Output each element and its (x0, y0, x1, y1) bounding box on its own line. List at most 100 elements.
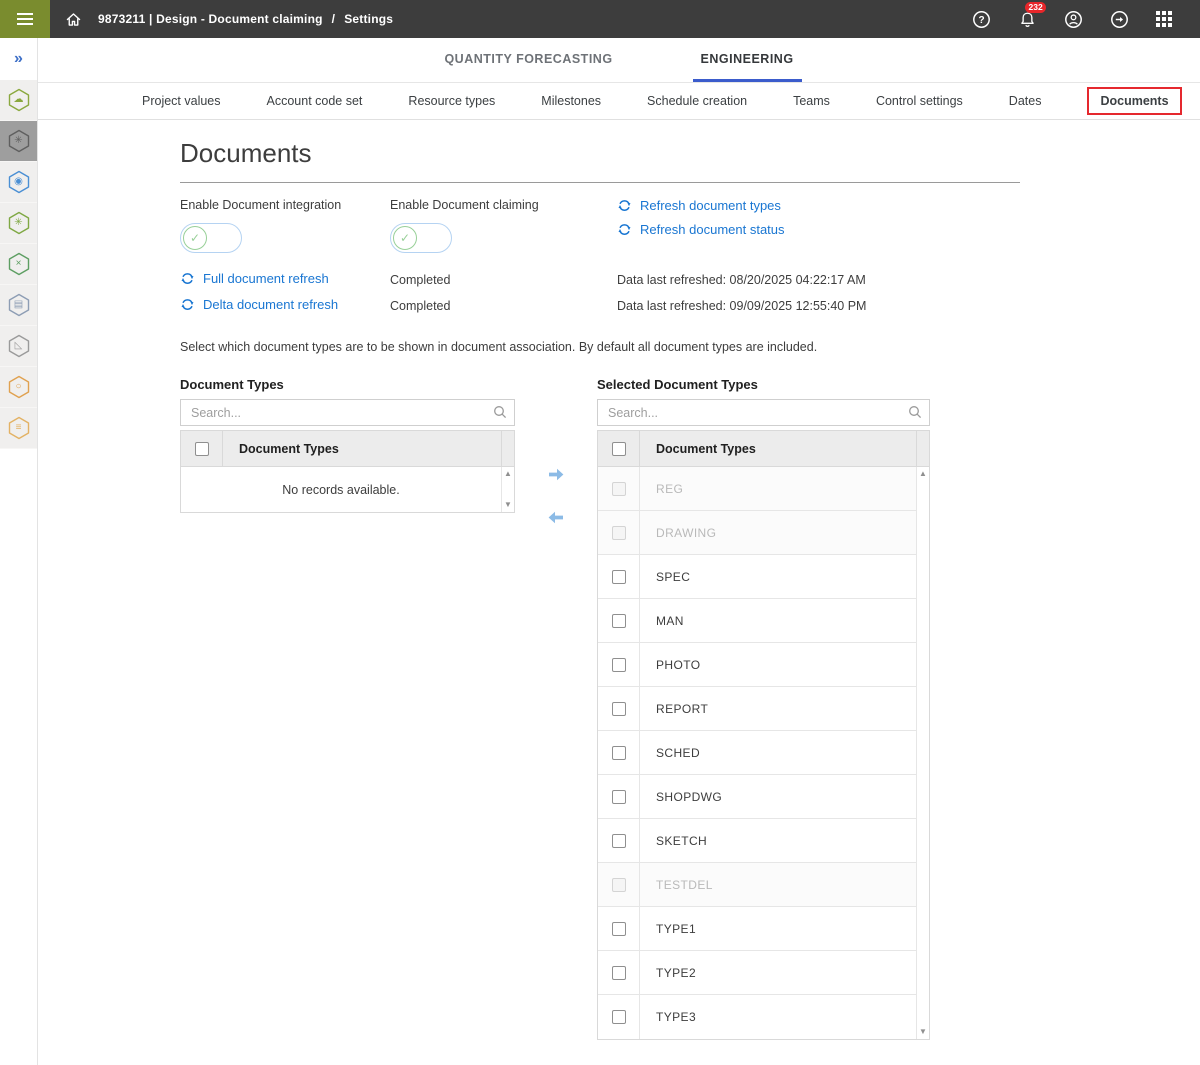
scroll-up-icon[interactable]: ▲ (504, 470, 512, 478)
subtab-schedule-creation[interactable]: Schedule creation (647, 94, 747, 108)
row-checkbox (612, 878, 626, 892)
subtab-account-code-set[interactable]: Account code set (267, 94, 363, 108)
doc-type-row-sched[interactable]: SCHED (598, 731, 916, 775)
subtab-milestones[interactable]: Milestones (541, 94, 601, 108)
subtab-resource-types[interactable]: Resource types (408, 94, 495, 108)
sidebar-item-checklist-hex-icon[interactable]: ≡ (0, 408, 37, 448)
row-checkbox[interactable] (612, 1010, 626, 1024)
doc-type-row-type2[interactable]: TYPE2 (598, 951, 916, 995)
row-checkbox[interactable] (612, 570, 626, 584)
doc-type-label: SHOPDWG (640, 775, 916, 818)
doc-type-label: REG (640, 467, 916, 510)
app-switcher-grid-icon[interactable] (1156, 11, 1172, 27)
ruler-hex-icon: ◺ (6, 333, 32, 359)
search-icon (908, 405, 922, 424)
row-checkbox[interactable] (612, 922, 626, 936)
hamburger-menu-icon[interactable] (0, 0, 50, 38)
inspect-hex-icon: ○ (6, 374, 32, 400)
enable-claiming-toggle[interactable]: ✓ (390, 223, 452, 253)
doc-type-label: PHOTO (640, 643, 916, 686)
help-icon[interactable]: ? (972, 10, 991, 29)
row-checkbox[interactable] (612, 966, 626, 980)
select-all-checkbox[interactable] (612, 442, 626, 456)
selected-document-types-table-header: Document Types (597, 430, 930, 467)
breadcrumb-project[interactable]: 9873211 | Design - Document claiming (98, 12, 323, 26)
subtab-project-values[interactable]: Project values (142, 94, 221, 108)
full-refresh-timestamp: Data last refreshed: 08/20/2025 04:22:17… (617, 271, 1020, 287)
doc-type-row-type1[interactable]: TYPE1 (598, 907, 916, 951)
scroll-down-icon[interactable]: ▼ (504, 501, 512, 509)
breadcrumb: 9873211 | Design - Document claiming / S… (98, 12, 393, 26)
empty-state-text: No records available. (181, 467, 501, 512)
doc-type-row-shopdwg[interactable]: SHOPDWG (598, 775, 916, 819)
row-checkbox (612, 526, 626, 540)
sidebar-item-cloud-hex-icon[interactable]: ☁ (0, 80, 37, 120)
row-checkbox[interactable] (612, 614, 626, 628)
sidebar-item-settings-hex-icon[interactable]: ✳ (0, 121, 37, 161)
spark-hex-icon: ✳ (6, 210, 32, 236)
document-types-panel-title: Document Types (180, 377, 515, 392)
doc-type-row-drawing: DRAWING (598, 511, 916, 555)
enable-integration-toggle[interactable]: ✓ (180, 223, 242, 253)
sign-out-icon[interactable] (1110, 10, 1129, 29)
doc-type-row-man[interactable]: MAN (598, 599, 916, 643)
move-left-arrow-button[interactable] (547, 510, 565, 525)
sidebar-item-ruler-hex-icon[interactable]: ◺ (0, 326, 37, 366)
doc-type-label: TESTDEL (640, 863, 916, 906)
row-checkbox[interactable] (612, 702, 626, 716)
doc-type-row-testdel: TESTDEL (598, 863, 916, 907)
selected-document-types-table-body: REGDRAWINGSPECMANPHOTOREPORTSCHEDSHOPDWG… (597, 467, 930, 1040)
refresh-document-types-link[interactable]: Refresh document types (617, 198, 1020, 213)
doc-type-row-report[interactable]: REPORT (598, 687, 916, 731)
select-all-checkbox[interactable] (195, 442, 209, 456)
sidebar-item-documents-hex-icon[interactable]: ▤ (0, 285, 37, 325)
refresh-document-status-link[interactable]: Refresh document status (617, 222, 1020, 237)
sidebar-expand-icon[interactable]: » (0, 38, 37, 80)
doc-type-row-type3[interactable]: TYPE3 (598, 995, 916, 1039)
row-checkbox[interactable] (612, 834, 626, 848)
full-refresh-status: Completed (390, 271, 617, 287)
breadcrumb-separator: / (332, 12, 336, 26)
sidebar-item-inspect-hex-icon[interactable]: ○ (0, 367, 37, 407)
notifications-bell-icon[interactable]: 232 (1018, 10, 1037, 29)
selected-document-types-search-input[interactable] (597, 399, 930, 426)
tab-engineering[interactable]: ENGINEERING (693, 38, 802, 82)
subtab-documents[interactable]: Documents (1087, 87, 1181, 115)
sidebar-tiles: ☁✳◉✳×▤◺○≡ (0, 80, 37, 449)
document-types-panel: Document Types Document Types (180, 377, 515, 513)
breadcrumb-page: Settings (344, 12, 393, 26)
row-checkbox[interactable] (612, 746, 626, 760)
delta-document-refresh-link[interactable]: Delta document refresh (180, 297, 390, 312)
doc-type-label: SCHED (640, 731, 916, 774)
doc-type-row-reg: REG (598, 467, 916, 511)
row-checkbox[interactable] (612, 790, 626, 804)
full-document-refresh-link[interactable]: Full document refresh (180, 271, 390, 286)
doc-type-row-sketch[interactable]: SKETCH (598, 819, 916, 863)
home-icon[interactable] (65, 11, 82, 28)
subtab-dates[interactable]: Dates (1009, 94, 1042, 108)
doc-type-label: REPORT (640, 687, 916, 730)
scrollbar[interactable]: ▲ ▼ (916, 467, 929, 1039)
move-right-arrow-button[interactable] (547, 467, 565, 482)
row-checkbox[interactable] (612, 658, 626, 672)
sidebar-item-spark-hex-icon[interactable]: ✳ (0, 203, 37, 243)
document-types-table-header: Document Types (180, 430, 515, 467)
top-bar: 9873211 | Design - Document claiming / S… (0, 0, 1200, 38)
scroll-up-icon[interactable]: ▲ (919, 470, 927, 478)
subtab-teams[interactable]: Teams (793, 94, 830, 108)
scroll-down-icon[interactable]: ▼ (919, 1028, 927, 1036)
scrollbar[interactable]: ▲ ▼ (501, 467, 514, 512)
profile-icon[interactable] (1064, 10, 1083, 29)
document-types-search-input[interactable] (180, 399, 515, 426)
delta-refresh-timestamp: Data last refreshed: 09/09/2025 12:55:40… (617, 297, 1020, 313)
selected-document-types-panel: Selected Document Types Document Types R… (597, 377, 930, 1040)
doc-type-label: SKETCH (640, 819, 916, 862)
sidebar-item-tools-hex-icon[interactable]: × (0, 244, 37, 284)
tab-quantity-forecasting[interactable]: QUANTITY FORECASTING (436, 38, 620, 82)
doc-type-row-spec[interactable]: SPEC (598, 555, 916, 599)
column-header: Document Types (640, 431, 916, 466)
sidebar-item-target-hex-icon[interactable]: ◉ (0, 162, 37, 202)
tools-hex-icon: × (6, 251, 32, 277)
subtab-control-settings[interactable]: Control settings (876, 94, 963, 108)
doc-type-row-photo[interactable]: PHOTO (598, 643, 916, 687)
